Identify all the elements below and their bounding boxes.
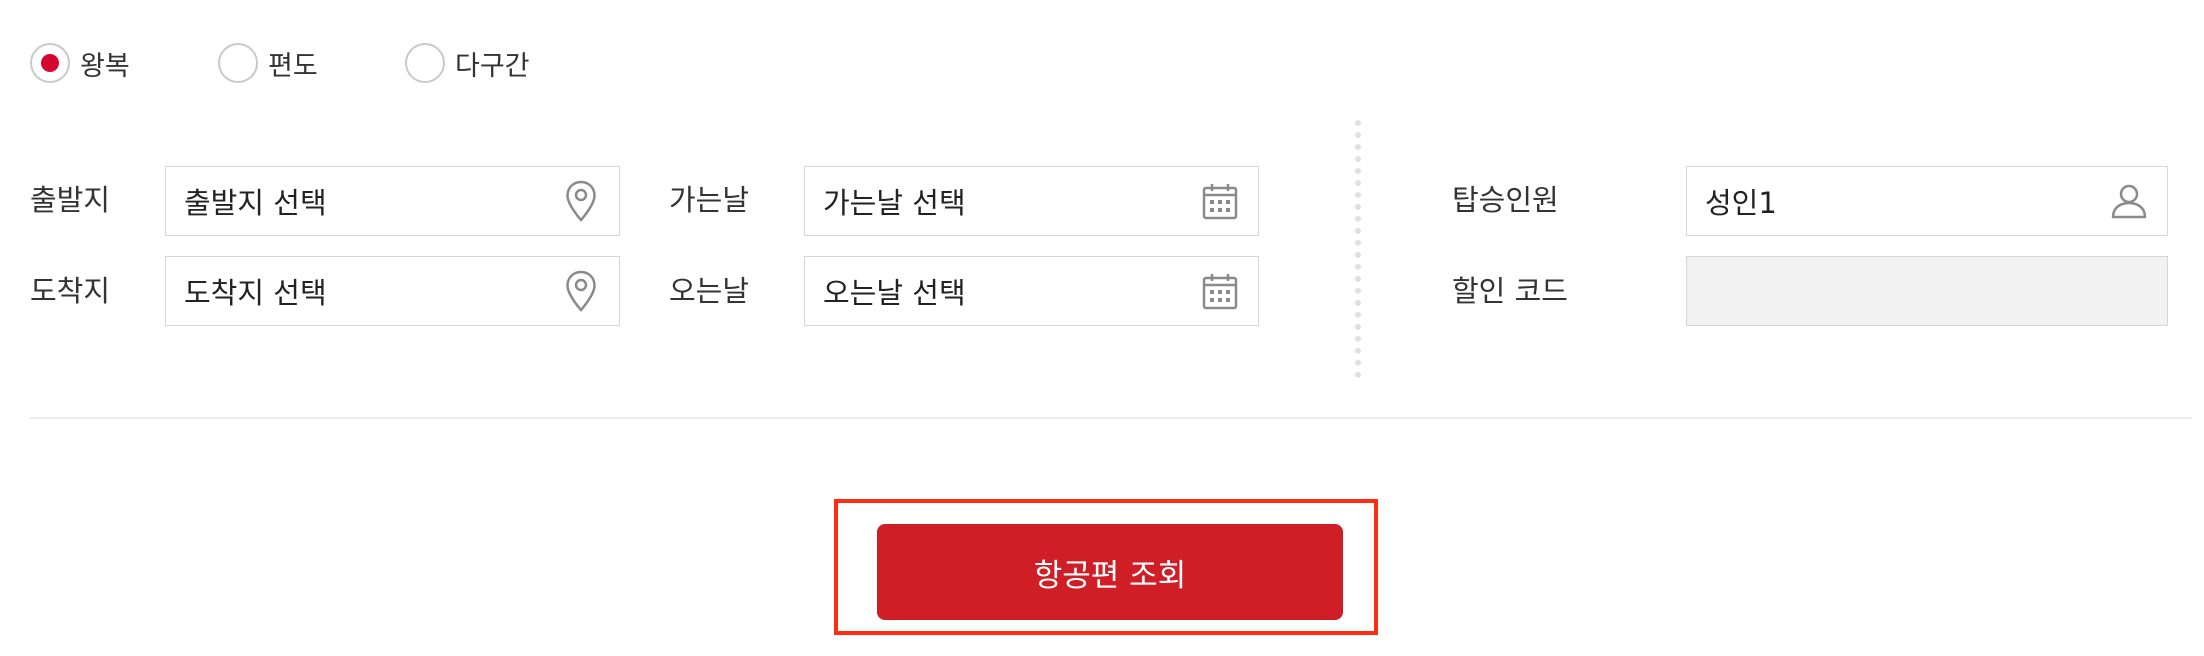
discount-code-field xyxy=(1686,256,2168,326)
arrival-value: 도착지 선택 xyxy=(184,276,327,310)
radio-round-trip-circle[interactable] xyxy=(30,43,70,83)
depart-date-label: 가는날 xyxy=(669,183,750,217)
return-date-field[interactable]: 오는날 선택 xyxy=(804,256,1259,326)
calendar-icon xyxy=(1200,269,1240,313)
radio-one-way-label: 편도 xyxy=(268,50,318,82)
departure-label: 출발지 xyxy=(30,183,111,217)
arrival-label: 도착지 xyxy=(30,274,111,308)
radio-round-trip[interactable]: 왕복 xyxy=(30,40,130,86)
return-date-label: 오는날 xyxy=(669,274,750,308)
vertical-dotted-divider xyxy=(1355,120,1361,378)
map-pin-icon xyxy=(561,269,601,313)
departure-field[interactable]: 출발지 선택 xyxy=(165,166,620,236)
search-flights-button[interactable]: 항공편 조회 xyxy=(877,524,1343,620)
departure-value: 출발지 선택 xyxy=(184,186,327,220)
horizontal-divider xyxy=(30,417,2192,419)
discount-code-label: 할인 코드 xyxy=(1452,274,1568,308)
arrival-field[interactable]: 도착지 선택 xyxy=(165,256,620,326)
radio-one-way-circle[interactable] xyxy=(218,43,258,83)
radio-multi-city[interactable]: 다구간 xyxy=(405,40,530,86)
passengers-value: 성인1 xyxy=(1705,186,1777,220)
calendar-icon xyxy=(1200,179,1240,223)
radio-multi-city-circle[interactable] xyxy=(405,43,445,83)
return-date-value: 오는날 선택 xyxy=(823,276,966,310)
radio-round-trip-label: 왕복 xyxy=(80,50,130,82)
radio-one-way[interactable]: 편도 xyxy=(218,40,318,86)
person-icon xyxy=(2109,179,2149,223)
radio-selected-dot xyxy=(41,54,59,72)
passengers-field[interactable]: 성인1 xyxy=(1686,166,2168,236)
radio-multi-city-label: 다구간 xyxy=(455,50,530,82)
passengers-label: 탑승인원 xyxy=(1452,183,1559,217)
map-pin-icon xyxy=(561,179,601,223)
depart-date-field[interactable]: 가는날 선택 xyxy=(804,166,1259,236)
discount-code-input xyxy=(1687,257,2167,325)
depart-date-value: 가는날 선택 xyxy=(823,186,966,220)
